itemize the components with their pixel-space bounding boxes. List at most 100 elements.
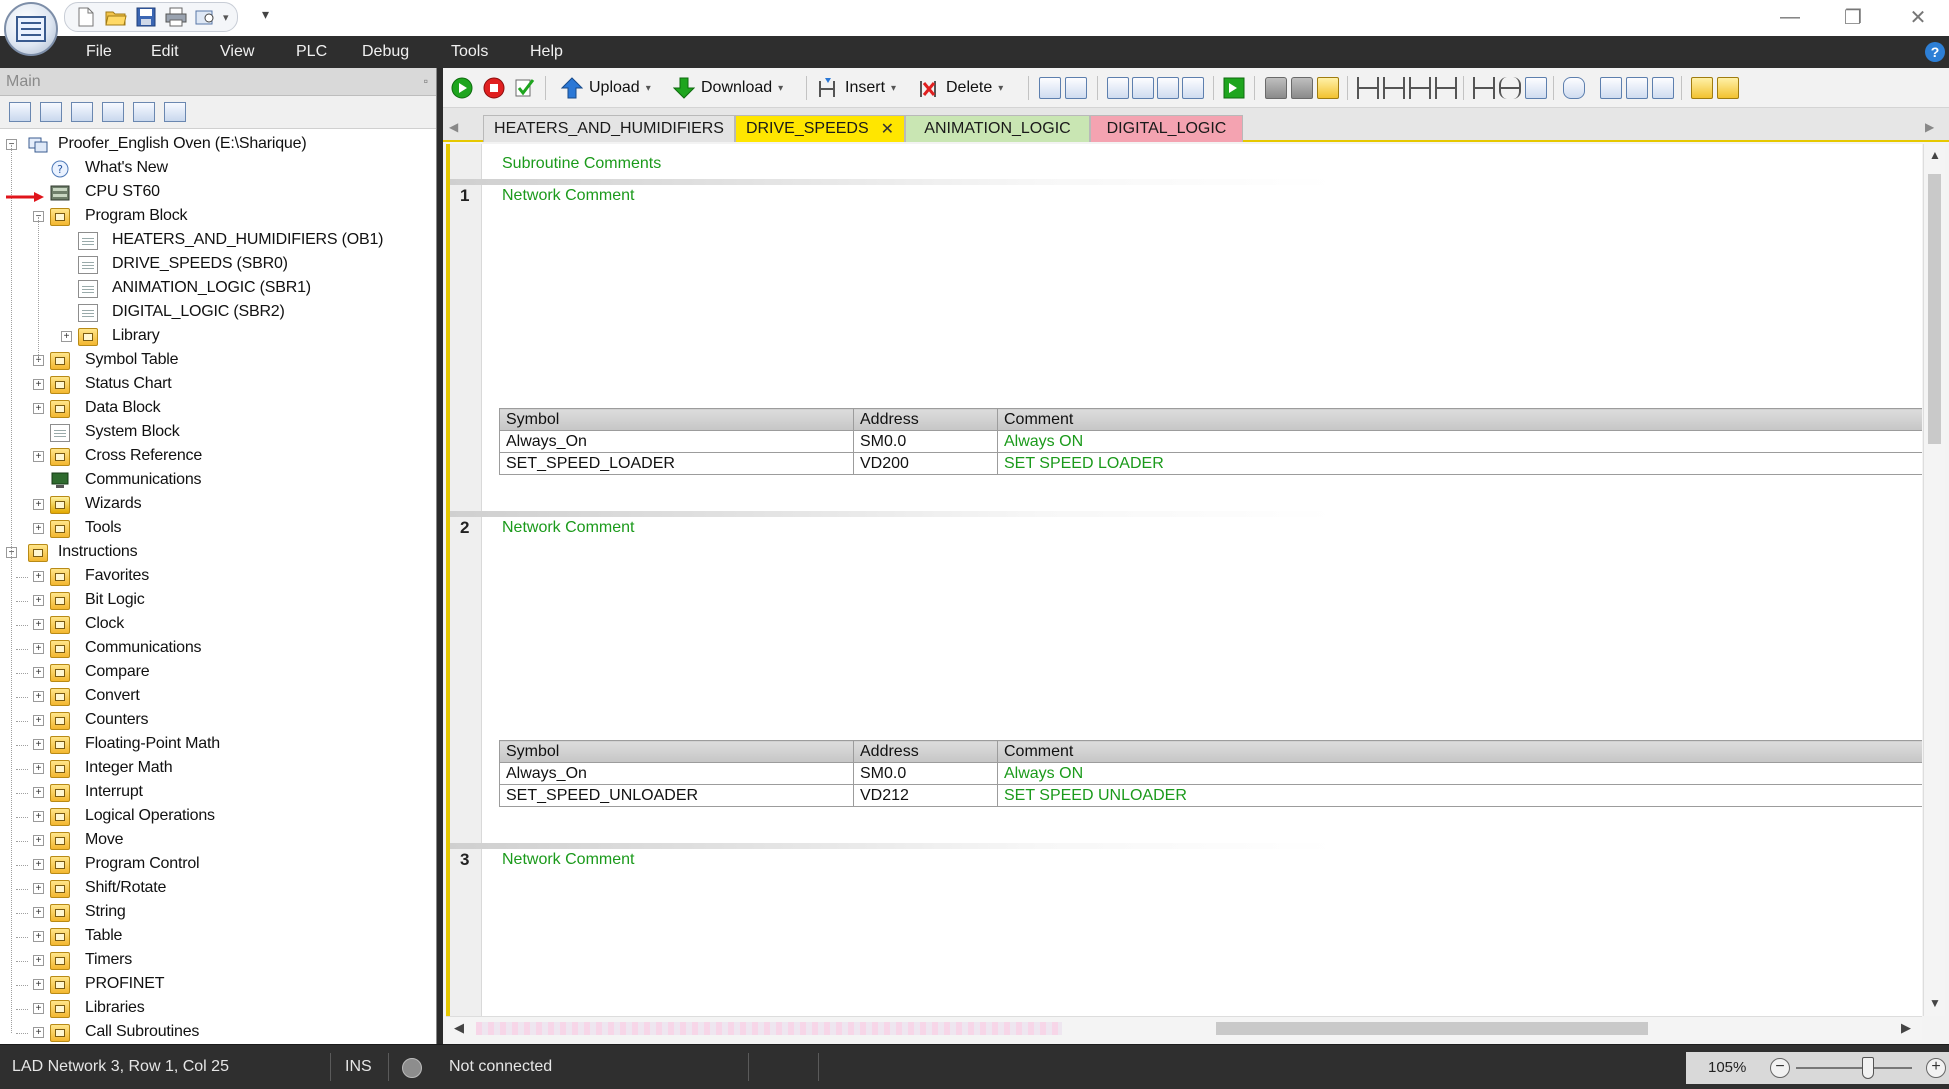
tree-item[interactable]: + Convert xyxy=(0,685,437,709)
expand-icon[interactable]: + xyxy=(33,595,44,606)
menu-help[interactable]: Help xyxy=(530,43,563,61)
tab-scroll-right-icon[interactable]: ▶ xyxy=(1925,120,1934,134)
tree-item[interactable]: + String xyxy=(0,901,437,925)
tab-scroll-left-icon[interactable]: ◀ xyxy=(449,120,458,134)
tree-item[interactable]: + Timers xyxy=(0,949,437,973)
expand-icon[interactable]: + xyxy=(33,667,44,678)
tree-item[interactable]: DRIVE_SPEEDS (SBR0) xyxy=(0,253,437,277)
upload-button[interactable]: Upload ▾ xyxy=(561,76,651,100)
tab-heaters-and-humidifiers[interactable]: HEATERS_AND_HUMIDIFIERS xyxy=(483,115,735,142)
expand-icon[interactable]: + xyxy=(33,787,44,798)
restore-button[interactable]: ❐ xyxy=(1833,2,1873,32)
expand-icon[interactable]: + xyxy=(33,931,44,942)
expand-icon[interactable]: + xyxy=(33,499,44,510)
network-comment[interactable]: Network Comment xyxy=(502,519,634,537)
expand-icon[interactable]: + xyxy=(33,739,44,750)
tree-item[interactable]: + Library xyxy=(0,325,437,349)
tree-item[interactable]: + Communications xyxy=(0,637,437,661)
vertical-scrollbar[interactable]: ▲ ▼ xyxy=(1923,144,1945,1016)
lock-icon[interactable] xyxy=(1265,77,1287,99)
tree-item[interactable]: ? What's New xyxy=(0,157,437,181)
box-icon[interactable] xyxy=(1525,77,1547,99)
tree-item[interactable]: + Libraries xyxy=(0,997,437,1021)
open-folder-icon[interactable] xyxy=(103,5,129,29)
expand-icon[interactable]: + xyxy=(33,643,44,654)
download-button[interactable]: Download ▾ xyxy=(673,76,783,100)
tree-item[interactable]: + Symbol Table xyxy=(0,349,437,373)
expand-icon[interactable]: + xyxy=(33,1027,44,1038)
tree-item[interactable]: + Call Subroutines xyxy=(0,1021,437,1045)
ladder-editor[interactable]: Subroutine Comments 1 Network Comment Sy… xyxy=(446,144,1922,1016)
customize-qat-icon[interactable]: ▾ xyxy=(262,6,269,23)
network-comment[interactable]: Network Comment xyxy=(502,187,634,205)
tree-item[interactable]: − Instructions xyxy=(0,541,437,565)
tree-item[interactable]: System Block xyxy=(0,421,437,445)
tree-item[interactable]: + Clock xyxy=(0,613,437,637)
protect-icon[interactable] xyxy=(1317,77,1339,99)
scroll-up-icon[interactable]: ▲ xyxy=(1929,148,1941,162)
tree-item[interactable]: + Wizards xyxy=(0,493,437,517)
print-icon[interactable] xyxy=(163,5,189,29)
menu-plc[interactable]: PLC xyxy=(296,43,327,61)
tree-item[interactable]: + Program Control xyxy=(0,853,437,877)
menu-view[interactable]: View xyxy=(220,43,254,61)
tree-item[interactable]: + Tools xyxy=(0,517,437,541)
insert-line-up-icon[interactable] xyxy=(1409,77,1431,99)
status-chart-icon[interactable] xyxy=(71,102,93,122)
expand-icon[interactable]: + xyxy=(33,691,44,702)
tree-item[interactable]: + Cross Reference xyxy=(0,445,437,469)
menu-tools[interactable]: Tools xyxy=(451,43,488,61)
system-block-icon[interactable] xyxy=(133,102,155,122)
close-button[interactable]: ✕ xyxy=(1898,2,1938,32)
vertical-scroll-thumb[interactable] xyxy=(1928,174,1941,444)
tree-item[interactable]: + Shift/Rotate xyxy=(0,877,437,901)
expand-icon[interactable]: + xyxy=(33,883,44,894)
communications-icon[interactable] xyxy=(164,102,186,122)
write-all-icon[interactable] xyxy=(1132,77,1154,99)
expand-icon[interactable]: + xyxy=(33,979,44,990)
unforce-icon[interactable] xyxy=(1182,77,1204,99)
expand-icon[interactable]: + xyxy=(33,619,44,630)
expand-icon[interactable]: + xyxy=(33,811,44,822)
force-icon[interactable] xyxy=(1157,77,1179,99)
symbol-table-view-icon[interactable] xyxy=(1600,77,1622,99)
tab-animation-logic[interactable]: ANIMATION_LOGIC xyxy=(905,115,1090,142)
zoom-slider[interactable] xyxy=(1861,1057,1874,1079)
edit-pou-icon[interactable] xyxy=(1652,77,1674,99)
contact-icon[interactable] xyxy=(1473,77,1495,99)
insert-line-right-icon[interactable] xyxy=(1435,77,1457,99)
insert-button[interactable]: Insert ▾ xyxy=(817,76,896,100)
tree-item[interactable]: Communications xyxy=(0,469,437,493)
expand-icon[interactable]: + xyxy=(33,955,44,966)
tree-item[interactable]: + Floating-Point Math xyxy=(0,733,437,757)
tree-item[interactable]: + Table xyxy=(0,925,437,949)
tab-close-icon[interactable]: ✕ xyxy=(881,119,894,139)
single-read-icon[interactable] xyxy=(1107,77,1129,99)
stop-icon[interactable] xyxy=(483,77,505,99)
help-icon[interactable]: ? xyxy=(1925,42,1945,62)
zoom-in-button[interactable]: + xyxy=(1926,1058,1946,1078)
minimize-button[interactable]: — xyxy=(1770,2,1810,32)
tree-item[interactable]: + Logical Operations xyxy=(0,805,437,829)
coil-icon[interactable] xyxy=(1499,77,1521,99)
insert-branch-up-icon[interactable] xyxy=(1357,77,1379,99)
horizontal-scroll-thumb[interactable] xyxy=(1216,1022,1648,1035)
new-file-icon[interactable] xyxy=(73,5,99,29)
application-logo-button[interactable] xyxy=(4,2,58,56)
tree-item[interactable]: + Move xyxy=(0,829,437,853)
network-comment[interactable]: Network Comment xyxy=(502,851,634,869)
tree-item[interactable]: + Favorites xyxy=(0,565,437,589)
edit-comment-icon[interactable] xyxy=(1626,77,1648,99)
tree-item[interactable]: + Interrupt xyxy=(0,781,437,805)
tree-item[interactable]: DIGITAL_LOGIC (SBR2) xyxy=(0,301,437,325)
tab-digital-logic[interactable]: DIGITAL_LOGIC xyxy=(1090,115,1243,142)
compile-icon[interactable] xyxy=(514,77,536,99)
tree-item[interactable]: − Proofer_English Oven (E:\Sharique) xyxy=(0,133,437,157)
save-icon[interactable] xyxy=(133,5,159,29)
tree-item[interactable]: + Status Chart xyxy=(0,373,437,397)
expand-icon[interactable]: + xyxy=(61,331,72,342)
expand-icon[interactable]: + xyxy=(33,859,44,870)
menu-debug[interactable]: Debug xyxy=(362,43,409,61)
expand-icon[interactable]: + xyxy=(33,715,44,726)
expand-icon[interactable]: + xyxy=(33,523,44,534)
